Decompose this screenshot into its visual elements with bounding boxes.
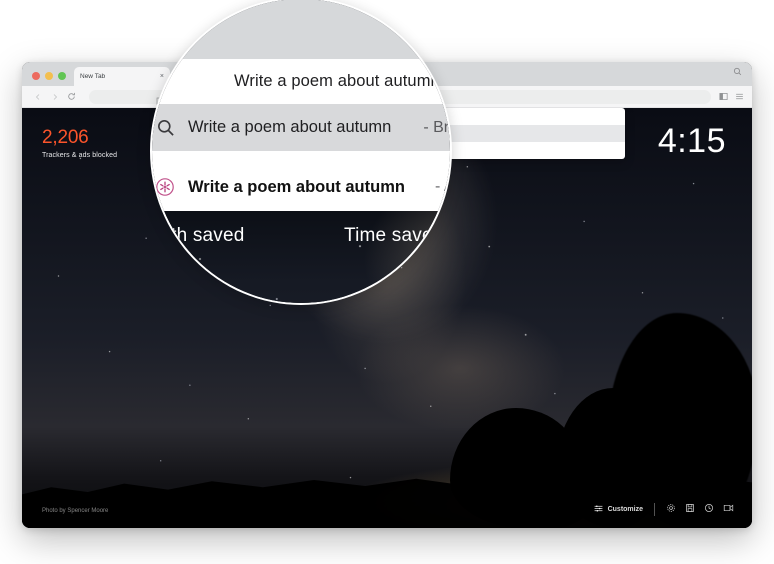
- screen-cast-icon[interactable]: [723, 500, 734, 518]
- gear-icon[interactable]: [666, 500, 676, 518]
- stat-value: 2,206: [42, 127, 89, 148]
- suggestion-engine: - Ask Leo: [434, 178, 450, 195]
- magnified-address-bar[interactable]: Write a poem about autumn: [152, 59, 450, 104]
- clock: 4:15: [657, 122, 726, 160]
- magnified-scene: Write a poem about autumn Write a poem a…: [150, 0, 450, 303]
- stat-label: Trackers & ads blocked: [42, 152, 118, 159]
- suggestion-engine: - Brave Search: [423, 118, 450, 136]
- magnified-suggestion-ask-leo[interactable]: Write a poem about autumn - Ask Leo: [152, 163, 450, 211]
- close-window-button[interactable]: [32, 72, 40, 80]
- reload-button[interactable]: [64, 89, 79, 104]
- save-icon[interactable]: [685, 500, 695, 518]
- customize-button[interactable]: Customize: [594, 504, 643, 515]
- clock-icon[interactable]: [704, 500, 714, 518]
- search-icon: [154, 117, 176, 139]
- forward-button[interactable]: [47, 89, 62, 104]
- leo-ai-icon: [154, 176, 176, 198]
- toolbar-right-icons: [719, 88, 744, 106]
- magnified-tab-strip: [152, 0, 450, 59]
- magnified-url-text: Write a poem about autumn: [234, 72, 440, 90]
- stat-trackers-blocked: 2,206 Trackers & ads blocked: [42, 128, 117, 159]
- magnified-stat-label-time: Time saved: [344, 225, 444, 246]
- magnified-popup-divider: [152, 151, 450, 163]
- maximize-window-button[interactable]: [58, 72, 66, 80]
- magnifier-lens: Write a poem about autumn Write a poem a…: [150, 0, 452, 305]
- minimize-window-button[interactable]: [45, 72, 53, 80]
- customize-label: Customize: [607, 505, 643, 513]
- back-button[interactable]: [30, 89, 45, 104]
- bottom-controls: Customize: [594, 500, 734, 518]
- hamburger-menu-icon[interactable]: [735, 88, 744, 106]
- split-view-icon[interactable]: [719, 88, 728, 106]
- search-icon[interactable]: [733, 63, 742, 81]
- divider: [654, 502, 655, 516]
- magnified-suggestion-brave-search[interactable]: Write a poem about autumn - Brave Search: [152, 104, 450, 151]
- sliders-icon: [594, 504, 603, 515]
- suggestion-text: Write a poem about autumn: [188, 118, 392, 136]
- magnified-stat-label-bandwidth: width saved: [150, 225, 245, 246]
- suggestion-text: Write a poem about autumn: [188, 177, 405, 196]
- traffic-lights: [28, 72, 74, 86]
- magnified-newtab-area: width saved Time saved: [150, 211, 450, 303]
- tab-title: New Tab: [80, 73, 106, 80]
- photo-credit[interactable]: Photo by Spencer Moore: [42, 508, 108, 514]
